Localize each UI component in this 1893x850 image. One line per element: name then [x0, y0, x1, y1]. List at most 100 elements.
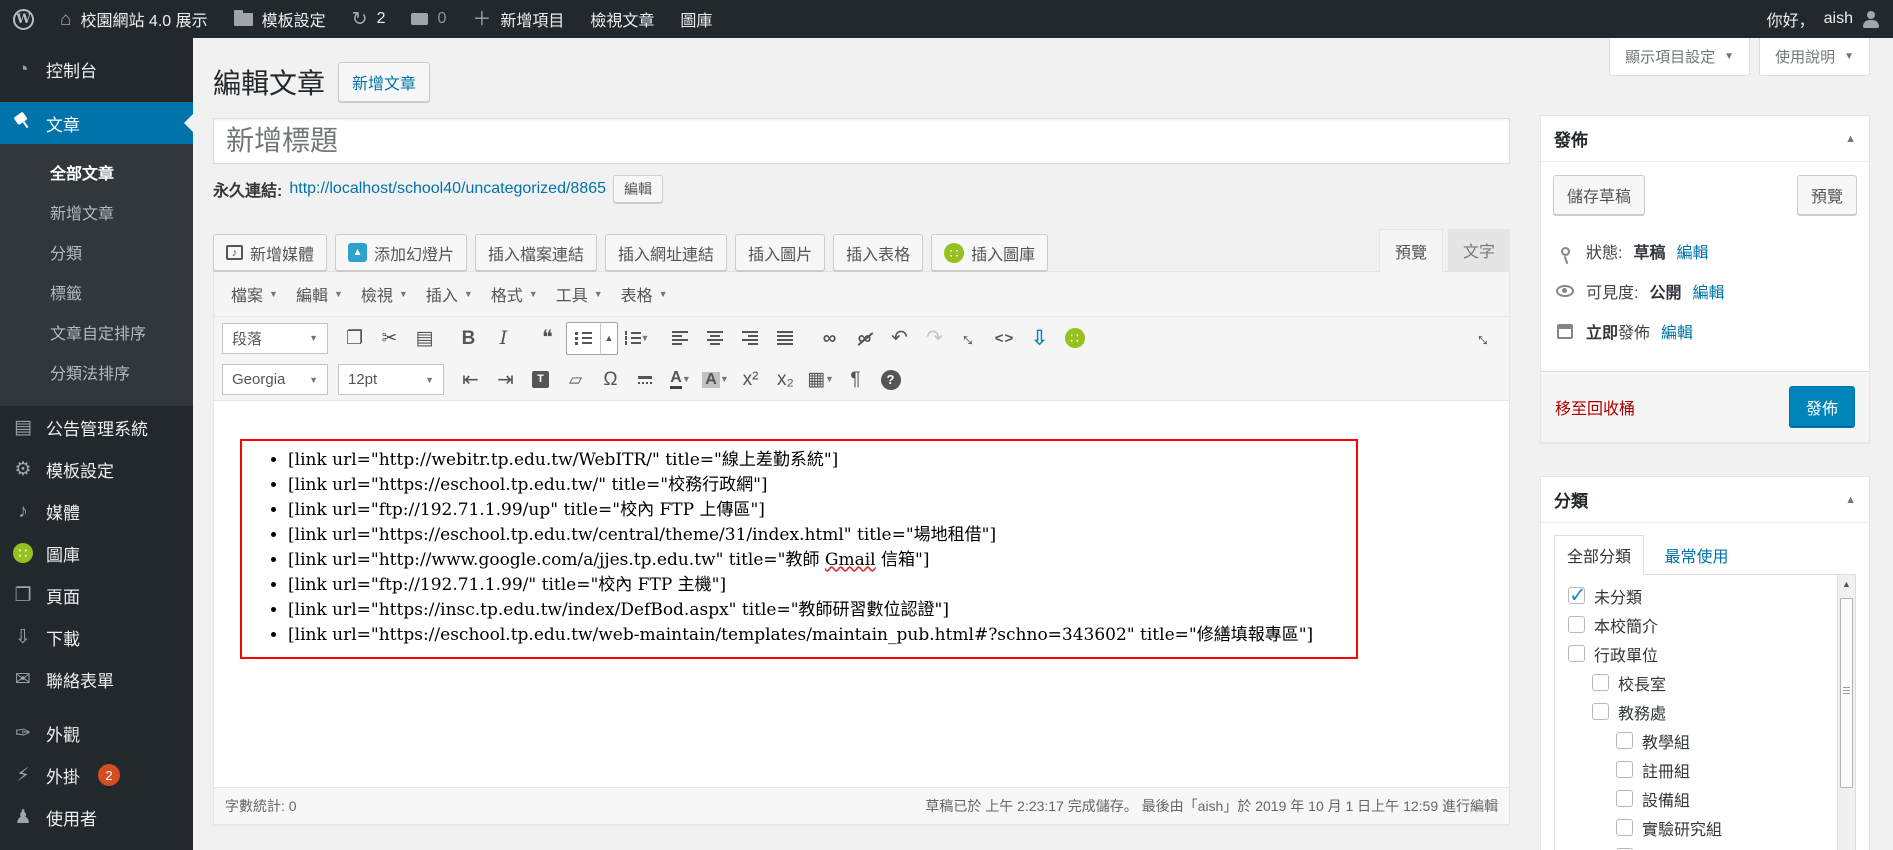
new-item-link[interactable]: ＋ 新增項目: [459, 0, 577, 38]
justify-button[interactable]: [769, 323, 802, 354]
font-family-select[interactable]: Georgia▼: [222, 364, 328, 395]
paragraph-mark-button[interactable]: ¶: [839, 364, 872, 395]
edit-visibility-link[interactable]: 編輯: [1692, 279, 1724, 303]
checkbox[interactable]: [1616, 732, 1633, 749]
sidebar-item-media[interactable]: ♪ 媒體: [0, 490, 193, 532]
view-post-link[interactable]: 檢視文章: [577, 0, 667, 38]
chevron-up-icon[interactable]: ▲: [1845, 494, 1856, 506]
indent-button[interactable]: [489, 364, 522, 395]
bulleted-list-style-dropdown[interactable]: ▲: [600, 323, 617, 354]
sidebar-item-appearance[interactable]: ✑ 外觀: [0, 712, 193, 754]
menu-table[interactable]: 表格▼: [612, 275, 677, 313]
add-new-post-button[interactable]: 新增文章: [338, 62, 430, 102]
paragraph-format-select[interactable]: 段落▼: [222, 323, 328, 354]
sidebar-item-posts[interactable]: 文章: [0, 102, 193, 144]
permalink-url[interactable]: http://localhost/school40/uncategorized/…: [289, 180, 606, 198]
updates-link[interactable]: ↻ 2: [339, 0, 399, 38]
insert-file-link-button[interactable]: 插入檔案連結: [475, 234, 597, 271]
edit-schedule-link[interactable]: 編輯: [1661, 319, 1693, 343]
gallery-link[interactable]: 圖庫: [667, 0, 725, 38]
submenu-categories[interactable]: 分類: [0, 232, 193, 272]
text-color-button[interactable]: A▼: [664, 364, 697, 395]
submenu-tags[interactable]: 標籤: [0, 272, 193, 312]
nextgen-insert-button[interactable]: ∷: [1058, 323, 1091, 354]
insert-url-link-button[interactable]: 插入網址連結: [605, 234, 727, 271]
add-media-button[interactable]: ♪ 新增媒體: [213, 234, 327, 271]
save-draft-button[interactable]: 儲存草稿: [1553, 175, 1645, 215]
special-character-button[interactable]: Ω: [594, 364, 627, 395]
help-button[interactable]: 使用說明 ▼: [1759, 38, 1870, 76]
edit-status-link[interactable]: 編輯: [1676, 239, 1708, 263]
horizontal-rule-button[interactable]: [629, 364, 662, 395]
redo-button[interactable]: [918, 323, 951, 354]
sidebar-item-template-settings[interactable]: ⚙ 模板設定: [0, 448, 193, 490]
copy-button[interactable]: [338, 323, 371, 354]
checkbox[interactable]: [1616, 819, 1633, 836]
tab-text[interactable]: 文字: [1448, 229, 1510, 272]
submenu-new-post[interactable]: 新增文章: [0, 192, 193, 232]
add-slideshow-button[interactable]: ▲ 添加幻燈片: [335, 234, 467, 271]
source-code-button[interactable]: [988, 323, 1021, 354]
category-scrollbar[interactable]: ▲: [1837, 575, 1855, 850]
insert-link-button[interactable]: [813, 323, 846, 354]
cut-button[interactable]: [373, 323, 406, 354]
page-break-button[interactable]: [1023, 323, 1056, 354]
sidebar-item-contact-forms[interactable]: ✉ 聯絡表單: [0, 658, 193, 700]
checkbox[interactable]: [1568, 645, 1585, 662]
menu-format[interactable]: 格式▼: [482, 275, 547, 313]
align-center-button[interactable]: [699, 323, 732, 354]
sidebar-item-dashboard[interactable]: ◔ 控制台: [0, 48, 193, 90]
menu-insert[interactable]: 插入▼: [417, 275, 482, 313]
sidebar-item-announcements[interactable]: ▤ 公告管理系統: [0, 406, 193, 448]
blockquote-button[interactable]: [531, 323, 564, 354]
menu-view[interactable]: 檢視▼: [352, 275, 417, 313]
publish-button[interactable]: 發佈: [1789, 386, 1855, 428]
bulleted-list-button[interactable]: [567, 323, 600, 354]
menu-edit[interactable]: 編輯▼: [287, 275, 352, 313]
outdent-button[interactable]: [454, 364, 487, 395]
move-to-trash-link[interactable]: 移至回收桶: [1555, 395, 1635, 419]
checkbox-checked[interactable]: [1568, 587, 1585, 604]
sidebar-item-plugins[interactable]: ⚡ 外掛 2: [0, 754, 193, 796]
sidebar-item-downloads[interactable]: ⇩ 下載: [0, 616, 193, 658]
tab-all-categories[interactable]: 全部分類: [1554, 535, 1644, 575]
checkbox[interactable]: [1592, 703, 1609, 720]
fullscreen-button[interactable]: ↔: [1468, 323, 1501, 354]
menu-file[interactable]: 檔案▼: [222, 275, 287, 313]
remove-link-button[interactable]: [848, 323, 881, 354]
sidebar-item-tools[interactable]: ⚒ 工具: [0, 838, 193, 850]
insert-image-button[interactable]: 插入圖片: [735, 234, 825, 271]
sidebar-item-pages[interactable]: ❐ 頁面: [0, 574, 193, 616]
paste-button[interactable]: [408, 323, 441, 354]
comments-link[interactable]: 0: [398, 0, 459, 38]
checkbox[interactable]: [1616, 790, 1633, 807]
table-button[interactable]: ▼: [804, 364, 837, 395]
submenu-post-order[interactable]: 文章自定排序: [0, 312, 193, 352]
italic-button[interactable]: I: [487, 323, 520, 354]
chevron-up-icon[interactable]: ▲: [1845, 133, 1856, 145]
superscript-button[interactable]: x²: [734, 364, 767, 395]
subscript-button[interactable]: x₂: [769, 364, 802, 395]
undo-button[interactable]: [883, 323, 916, 354]
align-right-button[interactable]: [734, 323, 767, 354]
background-color-button[interactable]: A▼: [699, 364, 732, 395]
tab-most-used[interactable]: 最常使用: [1664, 549, 1728, 566]
edit-permalink-button[interactable]: 編輯: [613, 175, 663, 203]
checkbox[interactable]: [1616, 761, 1633, 778]
screen-options-button[interactable]: 顯示項目設定 ▼: [1609, 38, 1750, 76]
scrollbar-thumb[interactable]: [1840, 598, 1853, 788]
submenu-all-posts[interactable]: 全部文章: [0, 152, 193, 192]
insert-gallery-button[interactable]: ∷ 插入圖庫: [931, 234, 1048, 271]
insert-table-button[interactable]: 插入表格: [833, 234, 923, 271]
site-name-link[interactable]: ⌂ 校園網站 4.0 展示: [47, 0, 221, 38]
scroll-up-arrow-icon[interactable]: ▲: [1838, 575, 1855, 593]
wordpress-menu[interactable]: W: [0, 0, 47, 38]
submenu-taxonomy-order[interactable]: 分類法排序: [0, 352, 193, 392]
editor-content[interactable]: [link url="http://webitr.tp.edu.tw/WebIT…: [214, 401, 1509, 787]
checkbox[interactable]: [1568, 616, 1585, 633]
tab-visual[interactable]: 預覽: [1379, 229, 1443, 272]
post-title-input[interactable]: [213, 118, 1510, 164]
clear-formatting-button[interactable]: [559, 364, 592, 395]
checkbox[interactable]: [1592, 674, 1609, 691]
account-menu[interactable]: 你好，aish: [1754, 7, 1893, 31]
